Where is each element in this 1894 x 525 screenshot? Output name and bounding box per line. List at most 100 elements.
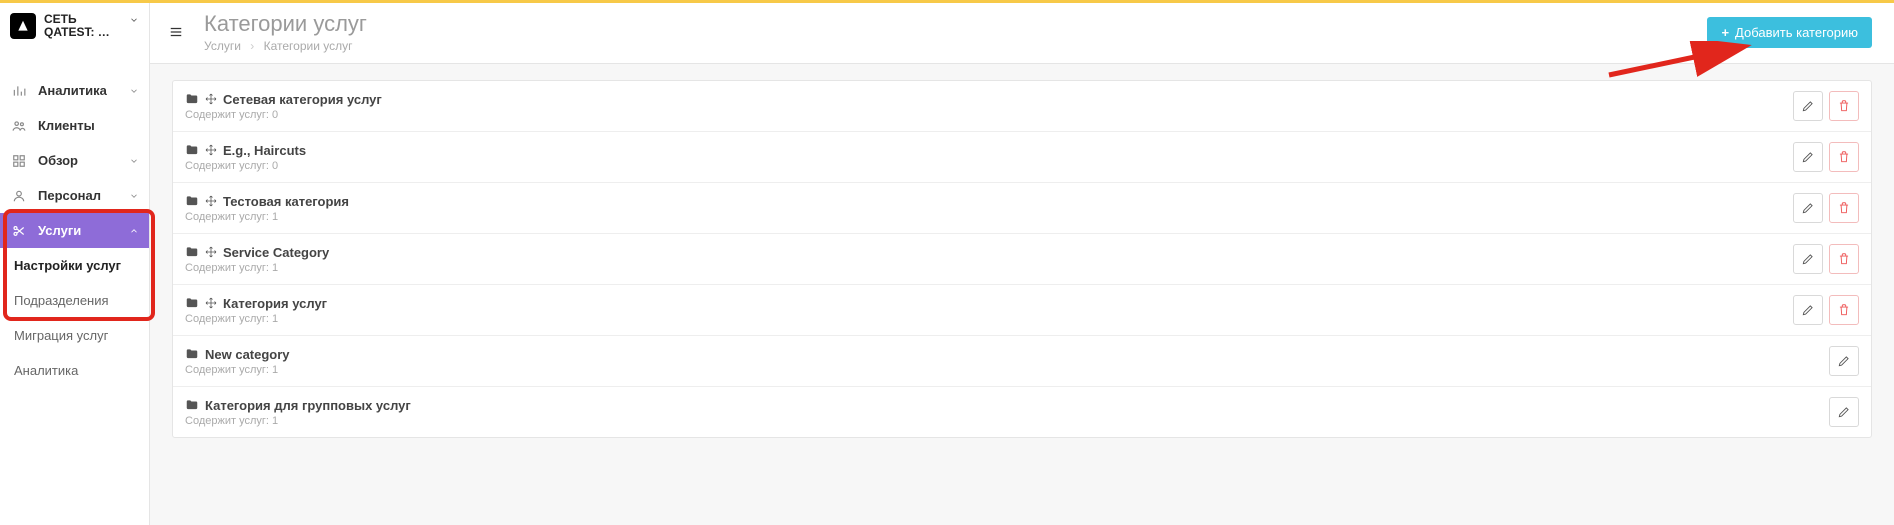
delete-button[interactable] [1829, 244, 1859, 274]
sidebar-item-label: Обзор [38, 153, 78, 168]
sidebar-item-clients[interactable]: Клиенты [0, 108, 149, 143]
sidebar-item-label: Настройки услуг [14, 258, 121, 273]
page-header: Категории услуг Услуги › Категории услуг… [150, 3, 1894, 64]
edit-button[interactable] [1793, 295, 1823, 325]
chevron-down-icon [129, 86, 139, 96]
brand-name: СЕТЬ QATEST: … [44, 13, 110, 39]
folder-icon [185, 347, 199, 361]
trash-icon [1837, 99, 1851, 113]
brand-logo-icon [10, 13, 36, 39]
category-title: Service Category [185, 245, 1793, 260]
page-title: Категории услуг [204, 11, 1707, 37]
trash-icon [1837, 201, 1851, 215]
move-icon[interactable] [205, 93, 217, 105]
trash-icon [1837, 150, 1851, 164]
folder-icon [185, 398, 199, 412]
chart-icon [12, 84, 30, 98]
edit-button[interactable] [1793, 142, 1823, 172]
add-category-button[interactable]: + Добавить категорию [1707, 17, 1872, 48]
sidebar-item-label: Миграция услуг [14, 328, 108, 343]
chevron-down-icon [129, 156, 139, 166]
pencil-icon [1801, 150, 1815, 164]
pencil-icon [1801, 252, 1815, 266]
edit-button[interactable] [1793, 193, 1823, 223]
sidebar-item-analytics[interactable]: Аналитика [0, 73, 149, 108]
category-title: E.g., Haircuts [185, 143, 1793, 158]
category-name: Тестовая категория [223, 194, 349, 209]
category-name: Сетевая категория услуг [223, 92, 382, 107]
move-icon[interactable] [205, 144, 217, 156]
category-name: Категория услуг [223, 296, 327, 311]
grid-icon [12, 154, 30, 168]
sidebar-item-staff[interactable]: Персонал [0, 178, 149, 213]
main-content: Категории услуг Услуги › Категории услуг… [150, 3, 1894, 525]
folder-icon [185, 143, 199, 157]
category-meta: Содержит услуг: 1 [185, 313, 1793, 325]
category-list: Сетевая категория услугСодержит услуг: 0… [172, 80, 1872, 438]
category-row[interactable]: Service Category Содержит услуг: 1 [173, 234, 1871, 285]
category-title: Категория для групповых услуг [185, 398, 1829, 413]
delete-button[interactable] [1829, 142, 1859, 172]
sidebar: СЕТЬ QATEST: … Аналитика Клиенты [0, 3, 150, 525]
category-row[interactable]: E.g., Haircuts Содержит услуг: 0 [173, 132, 1871, 183]
category-name: Service Category [223, 245, 329, 260]
pencil-icon [1801, 99, 1815, 113]
sidebar-item-label: Услуги [38, 223, 81, 238]
trash-icon [1837, 252, 1851, 266]
person-icon [12, 189, 30, 203]
sidebar-subitem-service-settings[interactable]: Настройки услуг [0, 248, 149, 283]
category-row[interactable]: Сетевая категория услугСодержит услуг: 0 [173, 81, 1871, 132]
category-title: Сетевая категория услуг [185, 92, 1793, 107]
category-meta: Содержит услуг: 1 [185, 262, 1793, 274]
folder-icon [185, 245, 199, 259]
category-row[interactable]: New category Содержит услуг: 1 [173, 336, 1871, 387]
sidebar-item-services[interactable]: Услуги [0, 213, 149, 248]
chevron-down-icon [129, 191, 139, 201]
delete-button[interactable] [1829, 193, 1859, 223]
breadcrumb-link[interactable]: Услуги [204, 39, 241, 53]
pencil-icon [1837, 405, 1851, 419]
category-meta: Содержит услуг: 1 [185, 211, 1793, 223]
edit-button[interactable] [1793, 244, 1823, 274]
hamburger-icon[interactable] [166, 22, 186, 42]
trash-icon [1837, 303, 1851, 317]
chevron-up-icon [129, 226, 139, 236]
edit-button[interactable] [1829, 346, 1859, 376]
sidebar-item-overview[interactable]: Обзор [0, 143, 149, 178]
category-row[interactable]: Категория услуг Содержит услуг: 1 [173, 285, 1871, 336]
category-title: New category [185, 347, 1829, 362]
sidebar-subitem-migration[interactable]: Миграция услуг [0, 318, 149, 353]
sidebar-item-label: Клиенты [38, 118, 95, 133]
folder-icon [185, 92, 199, 106]
delete-button[interactable] [1829, 295, 1859, 325]
category-row[interactable]: Тестовая категория Содержит услуг: 1 [173, 183, 1871, 234]
plus-icon: + [1721, 25, 1729, 40]
category-title: Тестовая категория [185, 194, 1793, 209]
category-row[interactable]: Категория для групповых услугСодержит ус… [173, 387, 1871, 437]
move-icon[interactable] [205, 246, 217, 258]
edit-button[interactable] [1793, 91, 1823, 121]
move-icon[interactable] [205, 297, 217, 309]
category-name: New category [205, 347, 290, 362]
edit-button[interactable] [1829, 397, 1859, 427]
add-category-label: Добавить категорию [1735, 25, 1858, 40]
category-meta: Содержит услуг: 1 [185, 364, 1829, 376]
move-icon[interactable] [205, 195, 217, 207]
folder-icon [185, 194, 199, 208]
pencil-icon [1837, 354, 1851, 368]
category-title: Категория услуг [185, 296, 1793, 311]
sidebar-subitem-departments[interactable]: Подразделения [0, 283, 149, 318]
scissors-icon [12, 224, 30, 238]
folder-icon [185, 296, 199, 310]
people-icon [12, 119, 30, 133]
sidebar-subitem-analytics[interactable]: Аналитика [0, 353, 149, 388]
category-meta: Содержит услуг: 0 [185, 160, 1793, 172]
sidebar-item-label: Подразделения [14, 293, 109, 308]
delete-button[interactable] [1829, 91, 1859, 121]
sidebar-item-label: Аналитика [38, 83, 107, 98]
chevron-down-icon [129, 15, 139, 25]
category-name: E.g., Haircuts [223, 143, 306, 158]
brand-switcher[interactable]: СЕТЬ QATEST: … [0, 3, 149, 53]
category-name: Категория для групповых услуг [205, 398, 411, 413]
chevron-right-icon: › [250, 39, 254, 53]
